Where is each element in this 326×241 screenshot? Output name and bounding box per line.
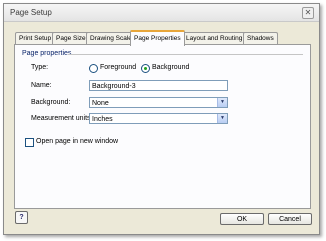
page-setup-dialog: Page Setup ✕ Print Setup Page Size Drawi… xyxy=(3,3,320,235)
type-label: Type: xyxy=(31,64,49,71)
tab-drawing-scale[interactable]: Drawing Scale xyxy=(86,32,136,44)
ok-button[interactable]: OK xyxy=(220,213,264,225)
chevron-down-icon[interactable]: ▼ xyxy=(217,114,227,123)
background-label: Background: xyxy=(31,99,71,106)
title-bar[interactable]: Page Setup ✕ xyxy=(4,4,319,22)
background-radio-label[interactable]: Background xyxy=(152,64,189,71)
group-title: Page properties xyxy=(22,50,72,57)
name-label: Name: xyxy=(31,82,52,89)
cancel-button[interactable]: Cancel xyxy=(268,213,312,225)
measurement-units-select[interactable]: Inches ▼ xyxy=(89,113,228,124)
tab-page-properties[interactable]: Page Properties xyxy=(130,30,185,46)
measurement-units-select-value: Inches xyxy=(92,116,113,123)
chevron-down-icon[interactable]: ▼ xyxy=(217,98,227,107)
tab-page-size[interactable]: Page Size xyxy=(52,32,90,44)
measurement-units-label: Measurement units: xyxy=(31,115,93,122)
background-select-value: None xyxy=(92,100,109,107)
tab-shadows[interactable]: Shadows xyxy=(243,32,278,44)
group-divider xyxy=(68,54,303,55)
tab-layout-and-routing[interactable]: Layout and Routing xyxy=(182,32,247,44)
tab-print-setup[interactable]: Print Setup xyxy=(15,32,56,44)
page-properties-panel: Page properties Type: Foreground Backgro… xyxy=(14,44,311,209)
foreground-radio-label[interactable]: Foreground xyxy=(100,64,136,71)
help-icon[interactable]: ? xyxy=(15,211,28,224)
foreground-radio[interactable] xyxy=(89,64,98,73)
open-in-new-window-label[interactable]: Open page in new window xyxy=(36,138,118,145)
window-title: Page Setup xyxy=(10,8,52,17)
close-icon[interactable]: ✕ xyxy=(302,7,314,19)
background-select[interactable]: None ▼ xyxy=(89,97,228,108)
background-radio[interactable] xyxy=(141,64,150,73)
open-in-new-window-checkbox[interactable] xyxy=(25,138,34,147)
name-field[interactable]: Background-3 xyxy=(89,80,228,91)
